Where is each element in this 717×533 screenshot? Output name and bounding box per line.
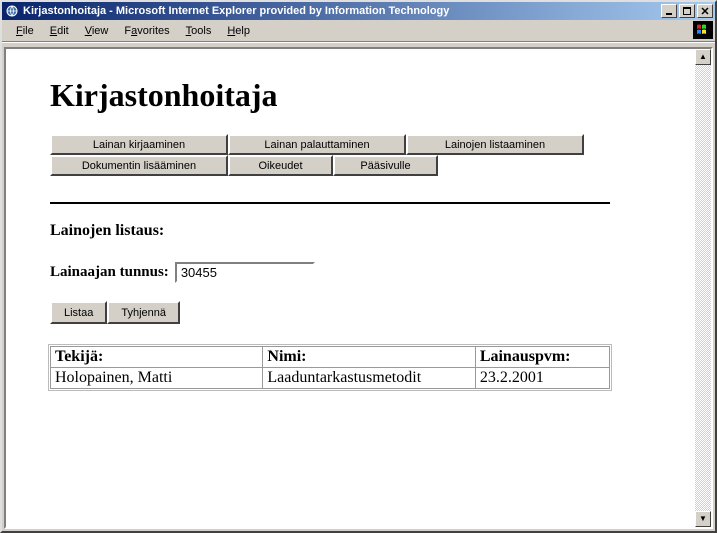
nav-paasivulle[interactable]: Pääsivulle [333,155,438,176]
scroll-track[interactable] [695,65,711,511]
vertical-scrollbar[interactable]: ▲ ▼ [695,49,711,527]
scroll-up-button[interactable]: ▲ [695,49,711,65]
menu-file[interactable]: File [8,23,42,39]
windows-logo-icon [693,21,713,39]
nav-dokumentin-lisaaminen[interactable]: Dokumentin lisääminen [50,155,228,176]
table-header-row: Tekijä: Nimi: Lainauspvm: [51,347,610,368]
menu-help[interactable]: Help [219,23,258,39]
list-button[interactable]: Listaa [50,301,107,324]
clear-button[interactable]: Tyhjennä [107,301,180,324]
menu-view[interactable]: View [77,23,117,39]
cell-title: Laaduntarkastusmetodit [263,368,475,389]
menu-favorites[interactable]: Favorites [116,23,177,39]
ie-icon [4,3,20,19]
page-viewport: Kirjastonhoitaja Lainan kirjaaminen Lain… [6,49,695,527]
maximize-button[interactable] [679,4,695,18]
borrower-id-label: Lainaajan tunnus: [50,264,169,281]
table-row: Holopainen, Matti Laaduntarkastusmetodit… [51,368,610,389]
cell-author: Holopainen, Matti [51,368,263,389]
borrower-id-input[interactable] [175,262,315,283]
menu-tools[interactable]: Tools [178,23,220,39]
page-title: Kirjastonhoitaja [50,77,655,114]
titlebar: Kirjastonhoitaja - Microsoft Internet Ex… [2,2,715,20]
chevron-down-icon: ▼ [699,515,707,523]
results-table: Tekijä: Nimi: Lainauspvm: Holopainen, Ma… [50,346,610,389]
nav-buttons: Lainan kirjaaminen Lainan palauttaminen … [50,134,655,176]
menubar: File Edit View Favorites Tools Help [2,20,715,42]
col-date: Lainauspvm: [475,347,609,368]
ie-window: Kirjastonhoitaja - Microsoft Internet Ex… [0,0,717,533]
chevron-up-icon: ▲ [699,53,707,61]
toolbar-divider [2,42,715,45]
content-frame: Kirjastonhoitaja Lainan kirjaaminen Lain… [4,47,713,529]
borrower-id-row: Lainaajan tunnus: [50,262,655,283]
window-title: Kirjastonhoitaja - Microsoft Internet Ex… [23,5,661,17]
separator [50,202,610,204]
col-title: Nimi: [263,347,475,368]
col-author: Tekijä: [51,347,263,368]
action-row: Listaa Tyhjennä [50,301,655,324]
nav-lainan-palauttaminen[interactable]: Lainan palauttaminen [228,134,406,155]
nav-lainan-kirjaaminen[interactable]: Lainan kirjaaminen [50,134,228,155]
cell-date: 23.2.2001 [475,368,609,389]
section-title: Lainojen listaus: [50,222,655,240]
nav-oikeudet[interactable]: Oikeudet [228,155,333,176]
close-button[interactable] [697,4,713,18]
nav-lainojen-listaaminen[interactable]: Lainojen listaaminen [406,134,584,155]
menu-edit[interactable]: Edit [42,23,77,39]
minimize-button[interactable] [661,4,677,18]
scroll-down-button[interactable]: ▼ [695,511,711,527]
